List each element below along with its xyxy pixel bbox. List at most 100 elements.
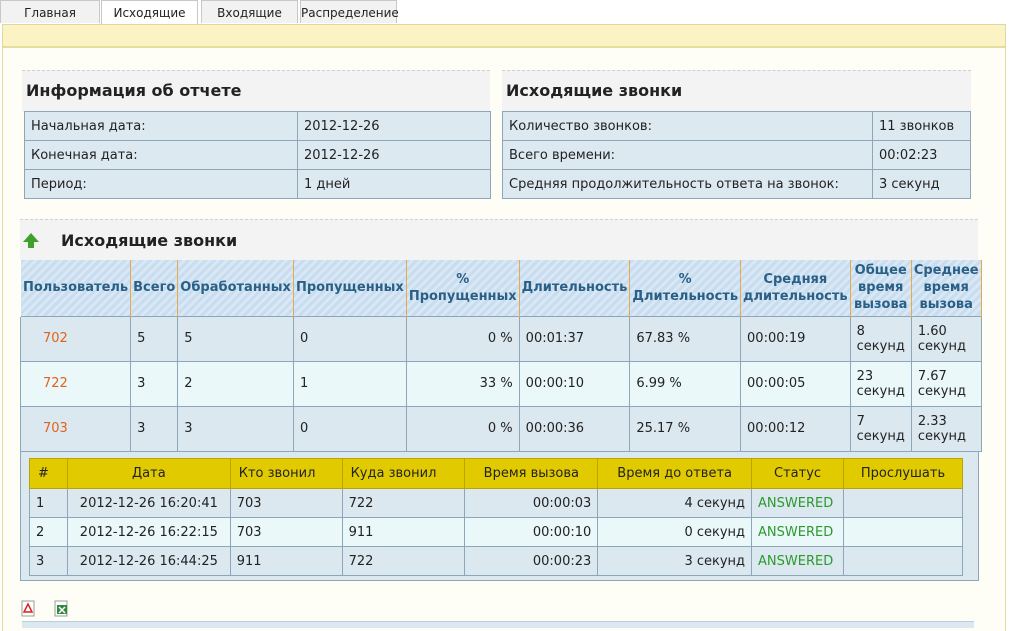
stat-cell: 0 [292, 315, 407, 362]
listen-cell[interactable] [843, 488, 963, 518]
column-header[interactable]: % Пропущенных [405, 260, 520, 316]
call-details-table: # Дата Кто звонил Куда звонил Время вызо… [29, 458, 963, 576]
stats-table: Пользователь Всего Обработанных Пропущен… [19, 260, 982, 452]
report-info-label: Период: [24, 169, 298, 199]
stat-cell: 0 [292, 405, 407, 452]
stat-cell: 5 [130, 315, 179, 362]
call-date: 2012-12-26 16:20:41 [66, 488, 231, 518]
stat-cell: 7 секунд [849, 405, 912, 452]
report-info-title: Информация об отчете [26, 81, 242, 100]
table-row: 722 3 2 1 33 % 00:00:10 6.99 % 00:00:05 … [19, 360, 982, 407]
summary-label: Количество звонков: [502, 111, 873, 141]
stat-cell: 33 % [405, 360, 520, 407]
outgoing-summary-table: Количество звонков: 11 звонков Всего врем… [502, 111, 971, 199]
report-info-value: 1 дней [297, 169, 491, 199]
tab-bar: Главная Исходящие Входящие Распределение [0, 0, 1009, 25]
status-badge: ANSWERED [751, 517, 845, 547]
tab-distribution[interactable]: Распределение [300, 0, 399, 23]
status-badge: ANSWERED [751, 488, 845, 518]
summary-value: 3 секунд [872, 169, 971, 199]
row-number: 1 [29, 488, 68, 518]
stat-cell: 00:01:37 [518, 315, 631, 362]
answer-time: 3 секунд [597, 546, 753, 576]
column-header[interactable]: Среднее время вызова [910, 260, 982, 316]
tab-content-band [2, 24, 1006, 48]
call-date: 2012-12-26 16:44:25 [66, 546, 231, 576]
stats-section-title: Исходящие звонки [61, 231, 238, 250]
column-header: Статус [751, 458, 845, 489]
call-date: 2012-12-26 16:22:15 [66, 517, 231, 547]
outgoing-summary-title: Исходящие звонки [506, 81, 683, 100]
user-link[interactable]: 703 [19, 405, 132, 452]
caller: 911 [229, 546, 343, 576]
column-header: Кто звонил [229, 458, 343, 489]
report-info-label: Конечная дата: [24, 140, 298, 170]
call-time: 00:00:10 [464, 517, 599, 547]
report-info-table: Начальная дата: 2012-12-26 Конечная дата:… [24, 111, 491, 199]
stat-cell: 2.33 секунд [910, 405, 982, 452]
column-header[interactable]: Длительность [518, 260, 631, 316]
column-header[interactable]: Средняя длительность [740, 260, 851, 316]
stat-cell: 00:00:05 [740, 360, 851, 407]
tab-incoming[interactable]: Входящие [201, 0, 298, 23]
stat-cell: 3 [177, 405, 294, 452]
stat-cell: 2 [177, 360, 294, 407]
answer-time: 0 секунд [597, 517, 753, 547]
user-link[interactable]: 702 [19, 315, 132, 362]
tab-main[interactable]: Главная [0, 0, 100, 23]
pdf-icon[interactable] [21, 600, 35, 617]
excel-icon[interactable] [54, 600, 68, 617]
summary-value: 00:02:23 [872, 140, 971, 170]
summary-value: 11 звонков [872, 111, 971, 141]
stat-cell: 5 [177, 315, 294, 362]
stat-cell: 23 секунд [849, 360, 912, 407]
listen-cell[interactable] [843, 546, 963, 576]
report-info-header: Информация об отчете [22, 70, 490, 112]
column-header[interactable]: Общее время вызова [849, 260, 912, 316]
stat-cell: 0 % [405, 315, 520, 362]
answer-time: 4 секунд [597, 488, 753, 518]
stat-cell: 00:00:12 [740, 405, 851, 452]
stat-cell: 3 [130, 405, 179, 452]
tab-outgoing[interactable]: Исходящие [101, 0, 198, 25]
report-info-label: Начальная дата: [24, 111, 298, 141]
stat-cell: 00:00:10 [518, 360, 631, 407]
callee: 722 [341, 488, 466, 518]
table-row: 703 3 3 0 0 % 00:00:36 25.17 % 00:00:12 … [19, 405, 982, 452]
stat-cell: 1 [292, 360, 407, 407]
caller: 703 [229, 488, 343, 518]
column-header: Дата [66, 458, 231, 489]
stat-cell: 3 [130, 360, 179, 407]
column-header: # [29, 458, 68, 489]
column-header[interactable]: Обработанных [177, 260, 294, 316]
table-row: 2 2012-12-26 16:22:15 703 911 00:00:10 0… [29, 517, 963, 547]
column-header[interactable]: Пользователь [19, 260, 132, 316]
callee: 722 [341, 546, 466, 576]
stat-cell: 7.67 секунд [910, 360, 982, 407]
stat-cell: 6.99 % [629, 360, 742, 407]
report-info-value: 2012-12-26 [297, 111, 491, 141]
call-time: 00:00:23 [464, 546, 599, 576]
caller: 703 [229, 517, 343, 547]
column-header: Куда звонил [341, 458, 466, 489]
column-header[interactable]: % Длительность [629, 260, 742, 316]
user-link[interactable]: 722 [19, 360, 132, 407]
stat-cell: 1.60 секунд [910, 315, 982, 362]
call-time: 00:00:03 [464, 488, 599, 518]
table-row: 702 5 5 0 0 % 00:01:37 67.83 % 00:00:19 … [19, 315, 982, 362]
summary-label: Средняя продолжительность ответа на звон… [502, 169, 873, 199]
column-header[interactable]: Всего [130, 260, 179, 316]
listen-cell[interactable] [843, 517, 963, 547]
collapse-arrow-icon[interactable] [23, 233, 39, 248]
row-number: 2 [29, 517, 68, 547]
row-number: 3 [29, 546, 68, 576]
outgoing-summary-header: Исходящие звонки [502, 70, 971, 112]
stat-cell: 25.17 % [629, 405, 742, 452]
status-badge: ANSWERED [751, 546, 845, 576]
table-row: 3 2012-12-26 16:44:25 911 722 00:00:23 3… [29, 546, 963, 576]
stat-cell: 00:00:19 [740, 315, 851, 362]
column-header[interactable]: Пропущенных [292, 260, 407, 316]
table-row: 1 2012-12-26 16:20:41 703 722 00:00:03 4… [29, 488, 963, 518]
stat-cell: 67.83 % [629, 315, 742, 362]
column-header: Время до ответа [597, 458, 753, 489]
